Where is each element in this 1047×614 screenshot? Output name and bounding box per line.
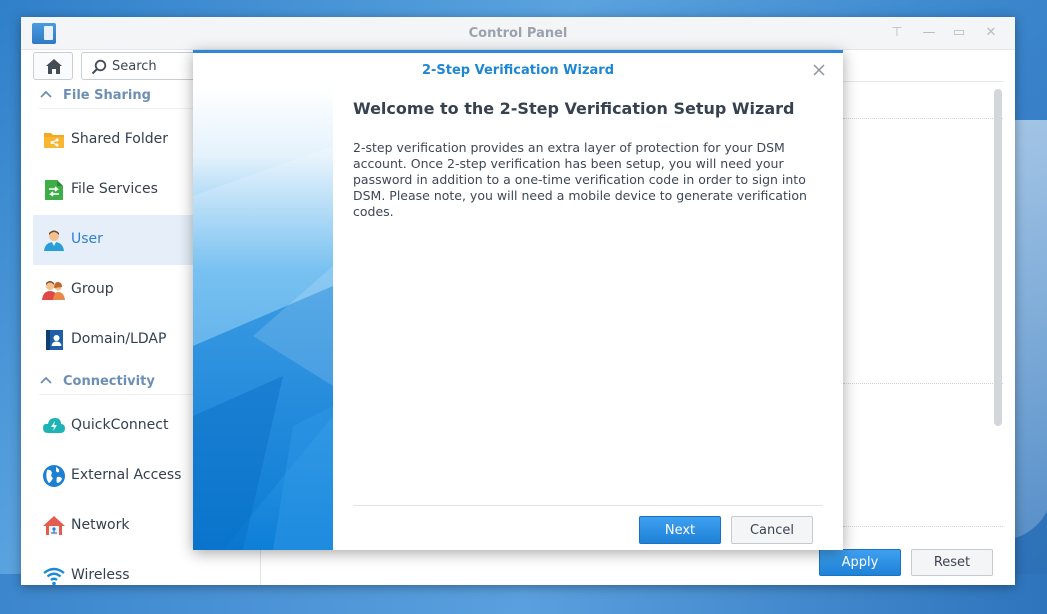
network-icon	[43, 516, 65, 535]
minimize-icon[interactable]: —	[921, 25, 937, 41]
wireless-icon	[43, 567, 65, 585]
sidebar-item-label: User	[71, 231, 103, 247]
group-icon	[42, 281, 65, 300]
sidebar-item-label: External Access	[71, 467, 182, 483]
section-label: File Sharing	[63, 88, 151, 103]
external-access-icon	[43, 465, 65, 487]
two-step-verification-wizard: 2-Step Verification Wizard Welcome to th…	[193, 50, 843, 550]
content-row-divider	[843, 526, 1003, 527]
close-icon[interactable]: ✕	[983, 25, 999, 41]
wizard-heading: Welcome to the 2-Step Verification Setup…	[353, 99, 795, 118]
next-button[interactable]: Next	[639, 516, 721, 544]
wizard-side-banner	[193, 86, 333, 550]
home-button[interactable]	[33, 52, 73, 80]
sidebar-item-label: Shared Folder	[71, 131, 169, 147]
sidebar-item-label: Network	[71, 517, 130, 533]
close-icon[interactable]	[811, 62, 827, 78]
sidebar-item-label: Wireless	[71, 567, 130, 583]
sidebar-item-label: QuickConnect	[71, 417, 169, 433]
reset-button[interactable]: Reset	[911, 549, 993, 576]
home-icon	[46, 59, 62, 74]
content-row-divider	[843, 118, 1003, 119]
search-icon	[91, 59, 107, 75]
pin-icon[interactable]: ⊤	[889, 25, 905, 41]
wizard-title: 2-Step Verification Wizard	[421, 63, 615, 78]
wizard-banner-graphic	[193, 86, 333, 550]
search-field[interactable]	[81, 52, 201, 80]
cancel-button[interactable]: Cancel	[731, 516, 813, 544]
sidebar-item-label: Group	[71, 281, 114, 297]
content-scrollbar[interactable]	[994, 89, 1002, 426]
sidebar-item-wireless[interactable]: Wireless	[33, 551, 261, 585]
maximize-icon[interactable]: ▭	[951, 25, 967, 41]
section-label: Connectivity	[63, 374, 155, 389]
quickconnect-icon	[43, 418, 65, 433]
sidebar-item-label: File Services	[71, 181, 158, 197]
apply-button[interactable]: Apply	[819, 549, 901, 576]
wizard-titlebar[interactable]: 2-Step Verification Wizard	[193, 53, 843, 86]
control-panel-titlebar[interactable]: Control Panel ⊤ — ▭ ✕	[21, 17, 1015, 50]
file-services-icon	[45, 180, 63, 200]
sidebar-item-label: Domain/LDAP	[71, 331, 167, 347]
window-title: Control Panel	[468, 26, 568, 41]
search-input[interactable]	[112, 58, 197, 75]
content-separator	[843, 81, 1003, 82]
content-row-divider	[843, 383, 1003, 384]
domain-ldap-icon	[46, 330, 63, 350]
wizard-description: 2-step verification provides an extra la…	[353, 140, 807, 219]
chevron-up-icon	[40, 376, 52, 384]
wizard-footer-separator	[353, 505, 823, 506]
user-icon	[44, 230, 64, 251]
chevron-up-icon	[40, 90, 52, 98]
shared-folder-icon	[44, 133, 64, 148]
